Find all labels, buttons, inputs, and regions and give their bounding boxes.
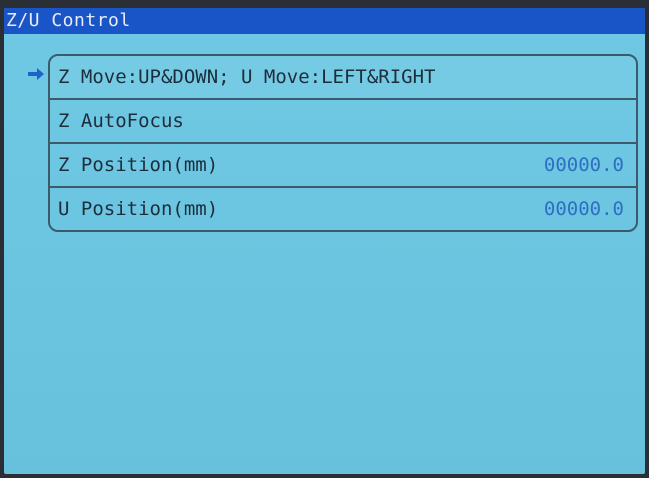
arrow-right-icon: [26, 64, 46, 84]
lcd-screen: Z/U Control Z Move:UP&DOWN; U Move:LEFT&…: [4, 8, 645, 474]
u-position-value[interactable]: 00000.0: [544, 188, 624, 230]
z-position-value[interactable]: 00000.0: [544, 144, 624, 186]
menu-item-z-position[interactable]: Z Position(mm) 00000.0: [50, 144, 636, 188]
menu-item-label: Z AutoFocus: [58, 110, 184, 132]
menu-item-move-mode[interactable]: Z Move:UP&DOWN; U Move:LEFT&RIGHT: [50, 56, 636, 100]
window-title: Z/U Control: [6, 10, 131, 31]
arrow-right-icon-svg: [28, 68, 44, 80]
menu-item-u-position[interactable]: U Position(mm) 00000.0: [50, 188, 636, 230]
menu-item-label: Z Move:UP&DOWN; U Move:LEFT&RIGHT: [58, 66, 436, 88]
menu-item-z-autofocus[interactable]: Z AutoFocus: [50, 100, 636, 144]
menu-item-label: Z Position(mm): [58, 154, 219, 176]
menu-item-label: U Position(mm): [58, 198, 219, 220]
zu-control-menu: Z Move:UP&DOWN; U Move:LEFT&RIGHT Z Auto…: [48, 54, 638, 232]
window-title-bar: Z/U Control: [4, 8, 645, 34]
